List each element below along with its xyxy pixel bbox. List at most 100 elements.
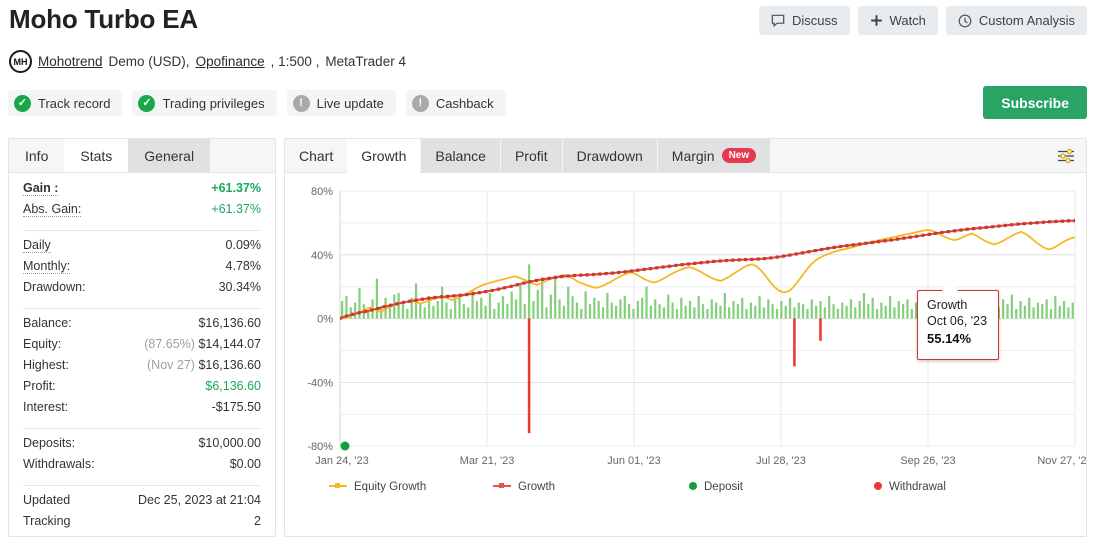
- growth-point: [547, 276, 551, 280]
- daily-profit-bar: [671, 302, 674, 319]
- platform-label: MetaTrader 4: [325, 54, 406, 69]
- daily-profit-bar: [875, 308, 879, 319]
- stat-label: Highest:: [23, 358, 69, 372]
- status-badge-live-update[interactable]: ! Live update: [286, 90, 396, 116]
- tab-balance[interactable]: Balance: [421, 138, 500, 173]
- daily-profit-bar: [606, 293, 609, 319]
- status-badge-label: Trading privileges: [162, 95, 265, 111]
- daily-profit-bar: [893, 307, 896, 319]
- status-badge-track-record[interactable]: ✓ Track record: [8, 90, 123, 116]
- growth-point: [972, 227, 976, 231]
- daily-profit-bar: [541, 278, 544, 319]
- daily-profit-bar: [1006, 304, 1009, 319]
- tab-drawdown[interactable]: Drawdown: [562, 138, 657, 173]
- growth-point: [921, 233, 925, 237]
- growth-point: [1016, 222, 1020, 226]
- check-circle-icon: ✓: [138, 94, 156, 112]
- stat-value-wrap: (Nov 27) $16,136.60: [147, 358, 261, 372]
- stat-row-withdrawals: Withdrawals: $0.00: [23, 457, 261, 478]
- divider: [23, 230, 261, 231]
- daily-profit-bar: [867, 304, 870, 319]
- stat-row-highest: Highest: (Nov 27) $16,136.60: [23, 358, 261, 379]
- daily-profit-bar: [393, 294, 396, 319]
- growth-point: [927, 232, 931, 236]
- growth-point: [642, 267, 646, 272]
- stat-value: $14,144.07: [198, 337, 261, 351]
- daily-profit-bar: [488, 293, 492, 319]
- daily-profit-bar: [780, 300, 783, 319]
- tab-growth[interactable]: Growth: [347, 138, 421, 173]
- tooltip-series: Growth: [927, 298, 968, 312]
- daily-profit-bar: [593, 297, 596, 319]
- tab-general[interactable]: General: [128, 139, 211, 172]
- stat-value: $0.00: [229, 457, 261, 471]
- daily-profit-bar: [454, 299, 457, 319]
- tab-info[interactable]: Info: [9, 139, 64, 172]
- growth-point: [686, 262, 691, 266]
- growth-point: [541, 277, 545, 281]
- broker-link[interactable]: Opofinance: [196, 54, 265, 69]
- exclamation-circle-icon: !: [292, 94, 310, 112]
- daily-profit-bar: [636, 300, 639, 319]
- chart-legend: Equity Growth Growth Deposit Withdrawal: [329, 481, 946, 493]
- stat-row-abs-gain: Abs. Gain: +61.37%: [23, 202, 261, 223]
- daily-profit-bar: [667, 294, 670, 319]
- growth-chart[interactable]: 80% 40% 0% -40% -80% Jan 24, '23 Mar 21,…: [285, 173, 1086, 536]
- daily-profit-bar: [1049, 308, 1053, 319]
- growth-point: [756, 257, 760, 261]
- stat-value: Dec 25, 2023 at 21:04: [137, 493, 261, 507]
- growth-point: [528, 280, 532, 284]
- status-badge-list: ✓ Track record ✓ Trading privileges ! Li…: [8, 90, 506, 116]
- stat-label: Gain :: [23, 181, 59, 196]
- status-badge-trading-privileges[interactable]: ✓ Trading privileges: [132, 90, 277, 116]
- daily-profit-bar: [901, 304, 905, 319]
- daily-profit-bar: [562, 305, 566, 319]
- daily-profit-bar: [1054, 296, 1057, 319]
- discuss-label: Discuss: [792, 13, 838, 28]
- growth-point: [566, 274, 570, 278]
- growth-point: [629, 269, 634, 273]
- growth-point: [340, 316, 342, 320]
- growth-point: [433, 295, 437, 300]
- daily-profit-bar: [884, 305, 887, 319]
- tab-stats[interactable]: Stats: [64, 139, 129, 172]
- tab-profit[interactable]: Profit: [500, 138, 562, 173]
- growth-point: [446, 294, 450, 298]
- growth-point: [750, 257, 754, 261]
- growth-point: [560, 274, 564, 279]
- tab-margin[interactable]: Margin New: [657, 138, 771, 173]
- stat-label: Tracking: [23, 514, 71, 528]
- growth-point: [1067, 219, 1071, 223]
- daily-profit-bar: [649, 305, 652, 319]
- custom-analysis-button[interactable]: Custom Analysis: [945, 6, 1087, 35]
- growth-point: [389, 303, 393, 307]
- growth-point: [991, 225, 995, 229]
- legend-swatch-dot: [499, 483, 504, 488]
- daily-profit-bar: [788, 297, 792, 319]
- growth-point: [439, 295, 443, 299]
- watch-button[interactable]: Watch: [857, 6, 938, 35]
- stat-label: Profit:: [23, 379, 56, 393]
- daily-profit-bar: [514, 299, 518, 319]
- daily-profit-bar: [523, 304, 526, 319]
- daily-profit-bar: [401, 302, 405, 319]
- discuss-button[interactable]: Discuss: [759, 6, 850, 35]
- growth-point: [496, 287, 501, 291]
- growth-point: [401, 300, 405, 304]
- growth-point: [1054, 219, 1058, 224]
- growth-point: [1029, 221, 1033, 225]
- daily-profit-bar: [406, 308, 409, 319]
- page-header: Moho Turbo EA MH Mohotrend Demo (USD), O…: [0, 0, 1095, 122]
- chart-panel: Chart Growth Balance Profit Drawdown Mar…: [284, 138, 1087, 537]
- growth-point: [705, 260, 710, 264]
- growth-point: [731, 258, 735, 262]
- daily-profit-bar: [871, 297, 874, 319]
- daily-profit-bar: [806, 308, 809, 319]
- brand-name-link[interactable]: Mohotrend: [38, 54, 103, 69]
- subscribe-button[interactable]: Subscribe: [983, 86, 1087, 119]
- tab-chart[interactable]: Chart: [285, 139, 347, 173]
- daily-profit-bar: [845, 305, 848, 319]
- status-badge-cashback[interactable]: ! Cashback: [405, 90, 506, 116]
- chart-settings-button[interactable]: [1052, 142, 1080, 170]
- growth-point: [946, 230, 950, 234]
